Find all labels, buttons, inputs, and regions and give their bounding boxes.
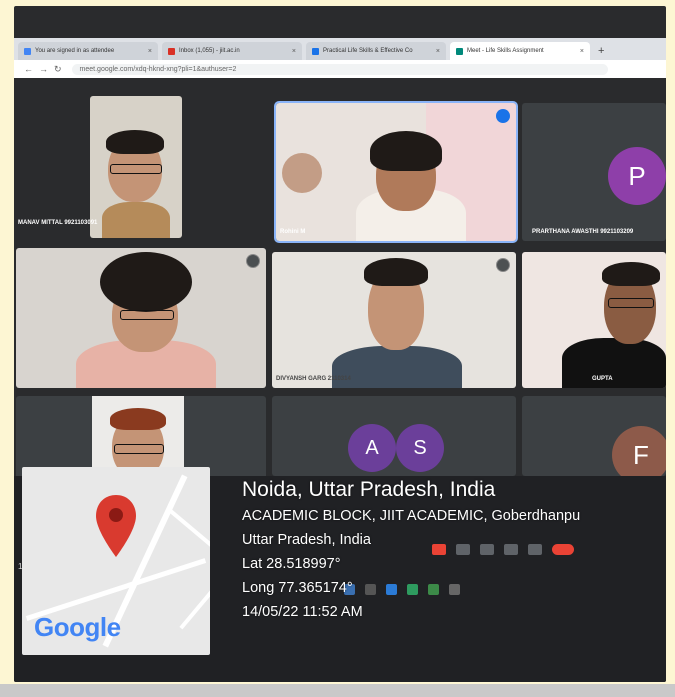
tab-favicon-icon xyxy=(312,47,319,55)
google-logo-text: Google xyxy=(34,612,121,642)
speaking-indicator-icon xyxy=(496,109,510,123)
gmail-icon xyxy=(168,47,175,55)
browser-tab-bar: You are signed in as attendee × Inbox (1… xyxy=(14,38,666,60)
new-tab-button[interactable]: + xyxy=(598,45,604,60)
avatar-s: S xyxy=(396,424,444,472)
browser-tab-meet[interactable]: Meet - Life Skills Assignment × xyxy=(450,42,590,60)
address-bar: ← → ↻ meet.google.com/xdq-hknd-xng?pli=1… xyxy=(14,60,666,78)
participant-hair xyxy=(370,131,442,171)
google-logo: Google xyxy=(34,612,121,643)
geotag-state: Uttar Pradesh, India xyxy=(242,532,371,548)
participant-tile-8[interactable]: A S xyxy=(272,396,516,476)
participant-body xyxy=(102,202,170,238)
close-tab-icon[interactable]: × xyxy=(580,48,584,55)
mic-off-icon xyxy=(246,254,260,268)
avatar-a: A xyxy=(348,424,396,472)
participant-tile-1[interactable] xyxy=(90,96,182,238)
tab-label: You are signed in as attendee xyxy=(35,48,115,54)
avatar-initial: F xyxy=(633,439,649,470)
participant-hair xyxy=(106,130,164,154)
participant-hand xyxy=(282,153,322,193)
participant-body xyxy=(332,346,462,388)
participant-hair xyxy=(110,408,166,430)
participant-tile-3[interactable]: P PRARTHANA AWASTHI 9921103209 xyxy=(522,103,666,241)
url-field[interactable]: meet.google.com/xdq-hknd-xng?pli=1&authu… xyxy=(71,63,608,75)
avatar-initial: S xyxy=(413,436,427,459)
participant-name-5: DIVYANSH GARG 2110314 xyxy=(276,376,351,382)
back-icon[interactable]: ← xyxy=(24,64,33,74)
participant-name-6: GUPTA xyxy=(592,376,613,382)
avatar-p: P xyxy=(608,147,666,205)
participant-body xyxy=(562,338,666,388)
participant-tile-6[interactable]: GUPTA xyxy=(522,252,666,388)
map-road xyxy=(167,508,210,550)
participant-hair xyxy=(100,252,192,312)
glasses-icon xyxy=(120,310,174,320)
tab-label: Practical Life Skills & Effective Co xyxy=(323,48,413,54)
browser-tab-2[interactable]: Inbox (1,055) - jiit.ac.in × xyxy=(162,42,302,60)
avatar-initial: P xyxy=(628,160,646,191)
participant-hair xyxy=(602,262,660,286)
participant-name-1: MANAV MITTAL 9921103091 xyxy=(18,220,98,226)
avatar-f: F xyxy=(612,426,666,476)
participant-tile-2[interactable]: Rohini M xyxy=(274,101,518,243)
close-tab-icon[interactable]: × xyxy=(148,48,152,55)
participant-name-2: Rohini M xyxy=(280,229,306,235)
geotag-city: Noida, Uttar Pradesh, India xyxy=(242,478,496,501)
participant-tile-9[interactable]: F xyxy=(522,396,666,476)
geotag-datetime: 14/05/22 11:52 AM xyxy=(242,604,363,620)
participant-name-3: PRARTHANA AWASTHI 9921103209 xyxy=(532,229,634,235)
participant-tile-4[interactable] xyxy=(16,248,266,388)
participant-tile-5[interactable]: DIVYANSH GARG 2110314 xyxy=(272,252,516,388)
browser-tab-1[interactable]: You are signed in as attendee × xyxy=(18,42,158,60)
participant-hair xyxy=(364,258,428,286)
browser-tab-3[interactable]: Practical Life Skills & Effective Co × xyxy=(306,42,446,60)
glasses-icon xyxy=(608,298,654,308)
location-pin-icon xyxy=(96,495,136,557)
geotag-address: ACADEMIC BLOCK, JIIT ACADEMIC, Goberdhan… xyxy=(242,508,581,524)
tab-favicon-icon xyxy=(24,47,31,55)
glasses-icon xyxy=(114,444,164,454)
geotag-info: Noida, Uttar Pradesh, India ACADEMIC BLO… xyxy=(242,476,580,624)
avatar-initial: A xyxy=(365,436,379,459)
geotag-map: Google xyxy=(22,467,210,655)
reload-icon[interactable]: ↻ xyxy=(54,64,62,75)
mic-off-icon xyxy=(496,258,510,272)
map-road xyxy=(179,588,210,630)
tab-label: Meet - Life Skills Assignment xyxy=(467,48,544,54)
meet-icon xyxy=(456,47,463,55)
photo-bottom-border xyxy=(0,684,675,697)
glasses-icon xyxy=(110,164,162,174)
tab-label: Inbox (1,055) - jiit.ac.in xyxy=(179,48,240,54)
geotag-latitude: Lat 28.518997° xyxy=(242,556,341,572)
close-tab-icon[interactable]: × xyxy=(292,48,296,55)
forward-icon[interactable]: → xyxy=(39,64,48,74)
geotag-longitude: Long 77.365174° xyxy=(242,580,353,596)
close-tab-icon[interactable]: × xyxy=(436,48,440,55)
